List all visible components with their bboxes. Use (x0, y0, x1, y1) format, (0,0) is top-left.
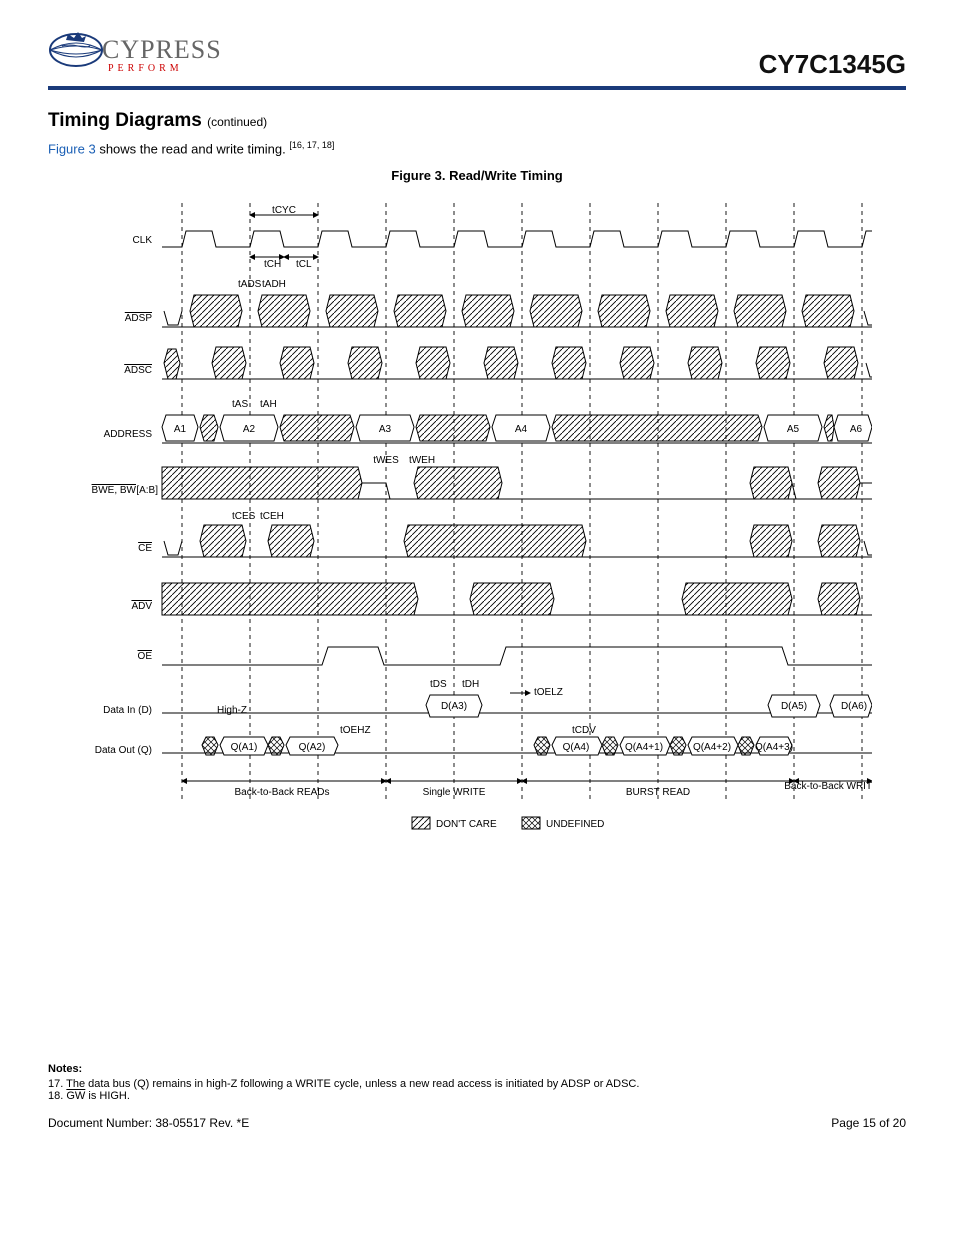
svg-text:D(A5): D(A5) (781, 701, 807, 712)
svg-text:tOEHZ: tOEHZ (340, 725, 371, 736)
svg-text:D(A6): D(A6) (841, 701, 867, 712)
svg-text:DON'T CARE: DON'T CARE (436, 819, 497, 830)
svg-text:tCYC: tCYC (272, 205, 296, 216)
svg-text:ADV: ADV (131, 601, 152, 612)
page-footer: Document Number: 38-05517 Rev. *E Page 1… (48, 1116, 906, 1130)
svg-text:High-Z: High-Z (217, 705, 247, 716)
svg-text:A6: A6 (850, 424, 863, 435)
svg-text:BWE, BW: BWE, BW (92, 485, 137, 496)
svg-text:tCEH: tCEH (260, 511, 284, 522)
svg-text:Q(A2): Q(A2) (299, 742, 326, 753)
page-number: Page 15 of 20 (831, 1116, 906, 1130)
svg-text:tAS: tAS (232, 399, 248, 410)
svg-text:ADSP: ADSP (125, 313, 153, 324)
section-title: Timing Diagrams (continued) (48, 110, 906, 132)
svg-text:Q(A4+2): Q(A4+2) (693, 742, 731, 753)
note-17-text: The data bus (Q) remains in high-Z follo… (66, 1078, 639, 1090)
notes-title: Notes: (48, 1063, 82, 1075)
page-header: CYPRESS PERFORM CY7C1345G (48, 30, 906, 90)
intro-text: Figure 3 shows the read and write timing… (48, 140, 906, 156)
svg-text:tCES: tCES (232, 511, 256, 522)
svg-text:Q(A4+1): Q(A4+1) (625, 742, 663, 753)
svg-text:A5: A5 (787, 424, 800, 435)
logo-glyph-icon (48, 30, 104, 80)
svg-text:D(A3): D(A3) (441, 701, 467, 712)
svg-text:tCL: tCL (296, 259, 312, 270)
svg-text:tAH: tAH (260, 399, 277, 410)
figure-link[interactable]: Figure 3 (48, 141, 96, 156)
logo: CYPRESS PERFORM (48, 30, 222, 80)
svg-text:ADDRESS: ADDRESS (104, 429, 153, 440)
svg-text:tCH: tCH (264, 259, 281, 270)
svg-text:Data Out (Q): Data Out (Q) (95, 745, 152, 756)
title-text: Timing Diagrams (48, 110, 202, 131)
svg-text:OE: OE (138, 651, 153, 662)
notes-section: Notes: 17. The data bus (Q) remains in h… (48, 1063, 906, 1102)
doc-number: Document Number: 38-05517 Rev. *E (48, 1116, 249, 1130)
svg-text:CE: CE (138, 543, 152, 554)
timing-diagram: CLK tCYC tCH tCL ADSP tADS tADH ADSC (48, 193, 906, 833)
svg-text:ADSC: ADSC (124, 365, 152, 376)
svg-text:Q(A4+3): Q(A4+3) (755, 742, 793, 753)
svg-text:A3: A3 (379, 424, 392, 435)
svg-text:[A:B]: [A:B] (136, 485, 158, 496)
svg-text:tADS: tADS (238, 279, 262, 290)
svg-text:UNDEFINED: UNDEFINED (546, 819, 604, 830)
svg-text:tWES: tWES (373, 455, 399, 466)
svg-text:tDH: tDH (462, 679, 479, 690)
continued-label: (continued) (207, 115, 267, 129)
logo-name: CYPRESS (102, 37, 222, 63)
intro-refs: [16, 17, 18] (289, 140, 334, 150)
intro-rest: shows the read and write timing. (99, 141, 285, 156)
svg-text:Single WRITE: Single WRITE (423, 787, 486, 798)
part-number: CY7C1345G (759, 49, 906, 80)
svg-text:Data In (D): Data In (D) (103, 705, 152, 716)
note-18: 18. GW is HIGH. (48, 1090, 906, 1102)
svg-text:Q(A4): Q(A4) (563, 742, 590, 753)
svg-text:CLK: CLK (133, 235, 153, 246)
svg-text:A1: A1 (174, 424, 187, 435)
svg-text:tADH: tADH (262, 279, 286, 290)
svg-text:tWEH: tWEH (409, 455, 435, 466)
svg-text:Back-to-Back READs: Back-to-Back READs (234, 787, 329, 798)
svg-text:A2: A2 (243, 424, 256, 435)
svg-text:tDS: tDS (430, 679, 447, 690)
svg-text:Q(A1): Q(A1) (231, 742, 258, 753)
svg-text:BURST READ: BURST READ (626, 787, 690, 798)
svg-text:Back-to-Back WRITEs: Back-to-Back WRITEs (784, 781, 872, 792)
logo-tagline: PERFORM (108, 63, 222, 74)
svg-text:tCDV: tCDV (572, 725, 596, 736)
note-17: 17. The data bus (Q) remains in high-Z f… (48, 1078, 906, 1090)
figure-title: Figure 3. Read/Write Timing (48, 168, 906, 183)
svg-text:tOELZ: tOELZ (534, 687, 563, 698)
svg-text:A4: A4 (515, 424, 528, 435)
